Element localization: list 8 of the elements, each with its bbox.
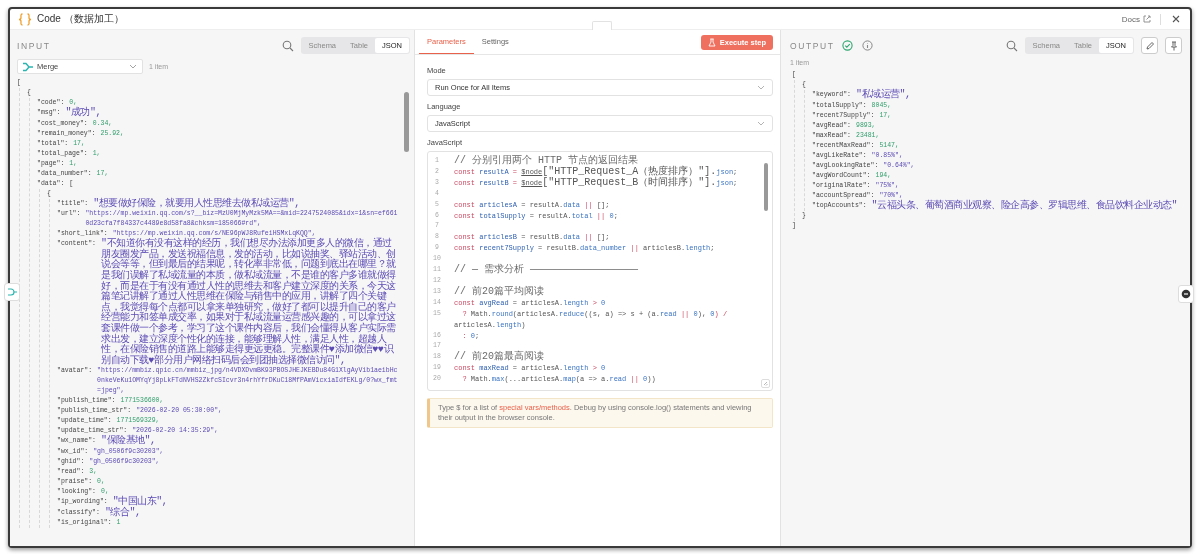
- code-text: // — 需求分析 ——————————————————: [453, 265, 640, 276]
- panel-title: INPUT: [17, 40, 51, 51]
- panel-title: OUTPUT: [790, 40, 835, 51]
- docs-link[interactable]: Docs: [1121, 14, 1151, 24]
- code-text: // 前20篇平均阅读: [453, 286, 545, 298]
- window-title: Code （数据加工）: [37, 12, 124, 26]
- code-text: // 分别引用两个 HTTP 节点的返回结果: [453, 156, 639, 166]
- code-text: // 前20篇最高阅读: [453, 352, 545, 364]
